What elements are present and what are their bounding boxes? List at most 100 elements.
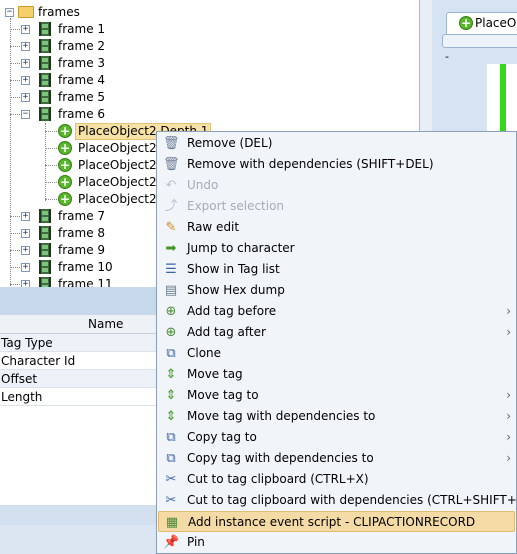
menu-item-move-tag[interactable]: ⇕ Move tag (158, 364, 515, 385)
submenu-arrow-icon: › (506, 451, 511, 465)
menu-item-remove-with-dependencies-shift-del[interactable]: 🗑 Remove with dependencies (SHIFT+DEL) (158, 154, 515, 175)
frame-icon (39, 243, 51, 257)
tree-node-frame[interactable]: + frame 4 (0, 72, 400, 89)
menu-item-label: Move tag (187, 367, 243, 381)
menu-item-add-tag-before[interactable]: ⊕ Add tag before › (158, 301, 515, 322)
frame-icon (39, 209, 51, 223)
preview-shape (500, 64, 506, 134)
menu-item-undo[interactable]: ↶ Undo (158, 175, 515, 196)
tree-label-place-object: PlaceObject2 I (78, 158, 164, 172)
tree-label-frame: frame 8 (58, 226, 106, 240)
preview-status-text: - (445, 50, 449, 63)
menu-item-show-in-tag-list[interactable]: ☰ Show in Tag list (158, 259, 515, 280)
submenu-arrow-icon: › (506, 409, 511, 423)
menu-item-label: Move tag to (187, 388, 259, 402)
expand-toggle-icon[interactable]: + (21, 25, 30, 34)
expand-toggle-icon[interactable]: + (21, 42, 30, 51)
submenu-arrow-icon: › (506, 430, 511, 444)
column-header-name: Name (88, 317, 124, 331)
add-tag-icon: ⊕ (165, 325, 177, 340)
tree-node-frame[interactable]: − frame 6 (0, 106, 400, 123)
menu-item-label: Add instance event script - CLIPACTIONRE… (188, 515, 476, 529)
tree-label-place-object: PlaceObject2 I (78, 175, 164, 189)
place-object-icon: + (58, 158, 72, 172)
menu-item-show-hex-dump[interactable]: ▤ Show Hex dump (158, 280, 515, 301)
remove-icon: 🗑 (163, 136, 180, 151)
tree-guide-line (45, 182, 57, 183)
expand-toggle-icon[interactable]: + (21, 212, 30, 221)
menu-item-cut-to-tag-clipboard-with-dependencies-ctrl-shift-x[interactable]: ✂ Cut to tag clipboard with dependencies … (158, 490, 517, 511)
property-name: Character Id (1, 354, 76, 368)
menu-item-move-tag-to[interactable]: ⇕ Move tag to › (158, 385, 515, 406)
tree-guide-line (45, 148, 57, 149)
menu-item-label: Undo (187, 178, 219, 192)
menu-item-clone[interactable]: ⧉ Clone (158, 343, 515, 364)
tree-label-place-object: PlaceObject2 I (78, 141, 164, 155)
tab-preview[interactable]: + PlaceOb (446, 12, 517, 34)
property-row[interactable]: Offset (0, 370, 170, 388)
expand-toggle-icon[interactable]: + (21, 280, 30, 287)
frame-icon (39, 39, 51, 53)
tree-guide-line (45, 199, 57, 200)
script-icon: ▦ (165, 515, 179, 530)
properties-toolbar (0, 287, 170, 315)
tab-preview-label: PlaceOb (475, 16, 517, 30)
folder-icon (18, 6, 34, 18)
property-name: Length (1, 390, 43, 404)
menu-item-export-selection[interactable]: ⤴ Export selection (158, 196, 515, 217)
tree-node-frames[interactable]: − frames (0, 4, 400, 21)
document-icon: ▤ (164, 283, 178, 298)
tree-label-frame: frame 3 (58, 56, 106, 70)
list-icon: ☰ (165, 262, 177, 277)
tree-label-frame: frame 11 (58, 277, 113, 287)
collapse-toggle-icon[interactable]: − (21, 110, 30, 119)
menu-item-add-tag-after[interactable]: ⊕ Add tag after › (158, 322, 515, 343)
scissors-icon: ✂ (165, 472, 177, 487)
tree-node-frame[interactable]: + frame 3 (0, 55, 400, 72)
menu-item-pin[interactable]: 📌 Pin (158, 532, 515, 553)
clone-icon: ⧉ (166, 346, 176, 361)
frame-icon (39, 73, 51, 87)
expand-toggle-icon[interactable]: + (21, 263, 30, 272)
menu-item-add-instance-event-script-clipactionrecord[interactable]: ▦ Add instance event script - CLIPACTIONR… (158, 511, 515, 532)
menu-item-raw-edit[interactable]: ✎ Raw edit (158, 217, 515, 238)
properties-column-header[interactable]: Name (0, 315, 170, 334)
submenu-arrow-icon: › (506, 325, 511, 339)
menu-item-label: Raw edit (187, 220, 240, 234)
property-name: Offset (1, 372, 38, 386)
menu-item-label: Show Hex dump (187, 283, 285, 297)
menu-item-cut-to-tag-clipboard-ctrl-x[interactable]: ✂ Cut to tag clipboard (CTRL+X) (158, 469, 515, 490)
tree-node-frame[interactable]: + frame 1 (0, 21, 400, 38)
undo-icon: ↶ (165, 178, 177, 193)
tree-node-frame[interactable]: + frame 5 (0, 89, 400, 106)
expand-toggle-icon[interactable]: + (21, 59, 30, 68)
property-row[interactable]: Character Id (0, 352, 170, 370)
place-object-icon: + (58, 175, 72, 189)
menu-item-label: Remove with dependencies (SHIFT+DEL) (187, 157, 434, 171)
export-icon: ⤴ (164, 199, 178, 214)
menu-item-label: Add tag before (187, 304, 277, 318)
menu-item-label: Clone (187, 346, 222, 360)
tree-label-frame: frame 2 (58, 39, 106, 53)
menu-item-move-tag-with-dependencies-to[interactable]: ⇕ Move tag with dependencies to › (158, 406, 515, 427)
menu-item-jump-to-character[interactable]: ➡ Jump to character (158, 238, 515, 259)
expand-toggle-icon[interactable]: + (21, 76, 30, 85)
tree-label-frame: frame 6 (58, 107, 106, 121)
expand-toggle-icon[interactable]: + (21, 246, 30, 255)
pencil-icon: ✎ (165, 220, 177, 235)
expand-toggle-icon[interactable]: + (21, 93, 30, 102)
tree-node-frame[interactable]: + frame 2 (0, 38, 400, 55)
menu-item-label: Remove (DEL) (187, 136, 273, 150)
collapse-toggle-icon[interactable]: − (5, 8, 14, 17)
expand-toggle-icon[interactable]: + (21, 229, 30, 238)
place-object-icon: + (58, 141, 72, 155)
menu-item-copy-tag-to[interactable]: ⧉ Copy tag to › (158, 427, 515, 448)
add-tag-icon: ⊕ (165, 304, 177, 319)
tree-label-frame: frame 4 (58, 73, 106, 87)
context-menu: 🗑 Remove (DEL) 🗑 Remove with dependencies (… (156, 131, 517, 554)
property-row[interactable]: Length (0, 388, 170, 406)
menu-item-copy-tag-with-dependencies-to[interactable]: ⧉ Copy tag with dependencies to › (158, 448, 515, 469)
property-row[interactable]: Tag Type (0, 334, 170, 352)
property-name: Tag Type (1, 336, 53, 350)
menu-item-remove-del[interactable]: 🗑 Remove (DEL) (158, 133, 515, 154)
